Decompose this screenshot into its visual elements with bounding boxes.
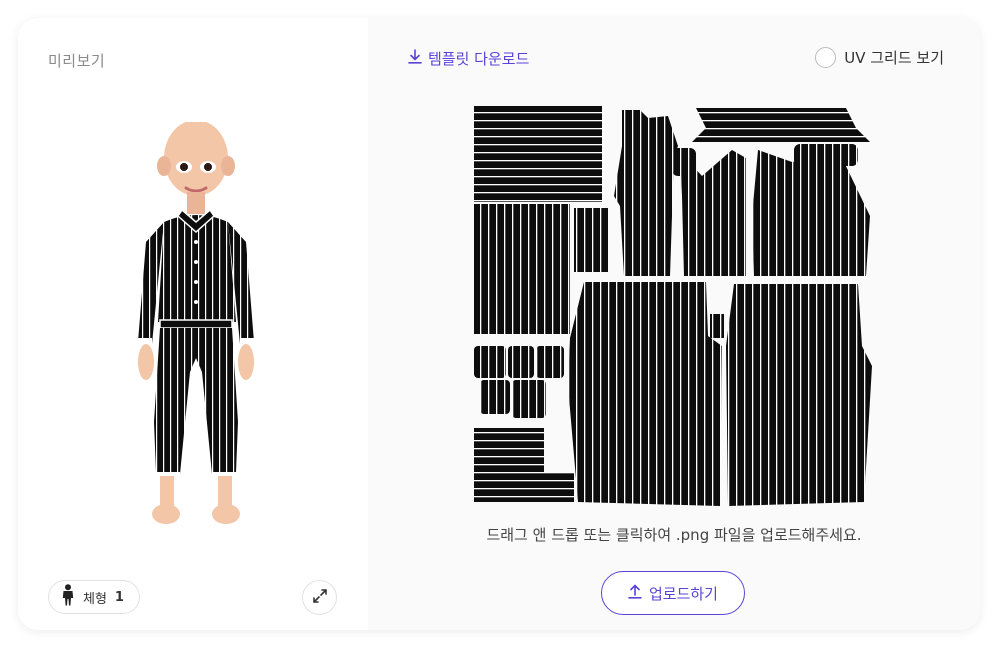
avatar-3d-preview[interactable] xyxy=(116,120,276,542)
uv-grid-radio[interactable] xyxy=(815,47,837,68)
upload-hint: 드래그 앤 드롭 또는 클릭하여 .png 파일을 업로드해주세요. xyxy=(486,526,862,544)
template-download-link[interactable]: 템플릿 다운로드 xyxy=(408,48,529,69)
preview-panel: 미리보기 체형 1 xyxy=(18,18,368,630)
editor-card: 미리보기 체형 1 템플릿 다운로드 UV 그리드 보기 드래그 앤 드롭 또는… xyxy=(18,18,980,630)
template-download-label: 템플릿 다운로드 xyxy=(428,50,530,68)
expand-button[interactable] xyxy=(302,580,337,615)
body-type-value: 1 xyxy=(114,589,124,605)
template-panel: 템플릿 다운로드 UV 그리드 보기 드래그 앤 드롭 또는 클릭하여 .png… xyxy=(368,18,980,630)
upload-icon xyxy=(628,583,642,603)
uv-grid-label: UV 그리드 보기 xyxy=(844,49,944,67)
expand-icon xyxy=(312,588,328,608)
preview-title: 미리보기 xyxy=(48,52,106,70)
download-icon xyxy=(408,49,422,68)
upload-button[interactable]: 업로드하기 xyxy=(601,571,745,615)
uv-template-dropzone[interactable] xyxy=(474,106,874,506)
body-type-button[interactable]: 체형 1 xyxy=(48,580,140,614)
person-icon xyxy=(61,584,75,610)
upload-button-label: 업로드하기 xyxy=(648,584,718,603)
body-type-label: 체형 xyxy=(83,591,107,607)
uv-grid-toggle[interactable]: UV 그리드 보기 xyxy=(815,47,944,68)
